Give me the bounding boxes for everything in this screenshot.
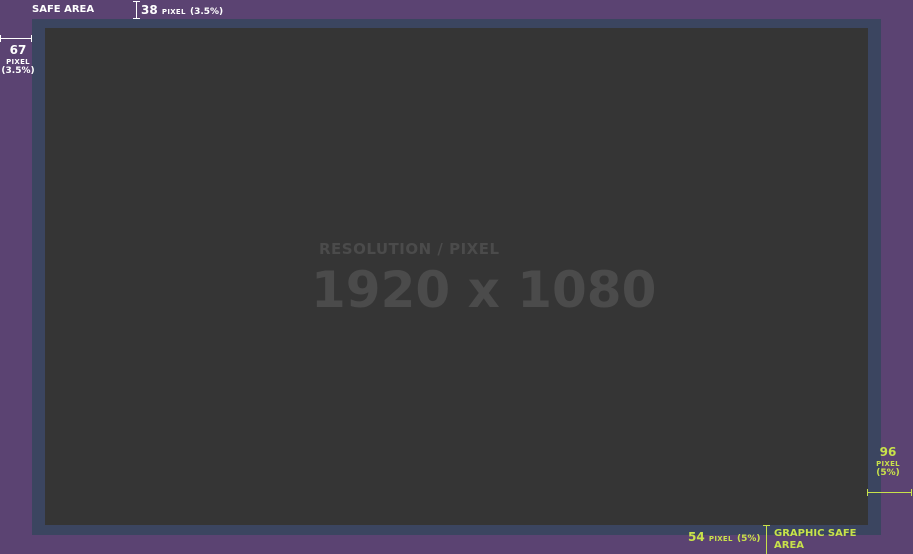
bottom-margin-unit: PIXEL xyxy=(708,535,733,543)
graphic-safe-area-label-line1: GRAPHIC SAFE xyxy=(774,528,857,539)
right-margin-label: 96 PIXEL (5%) xyxy=(870,445,906,478)
right-margin-arrow-cap-left xyxy=(867,489,868,496)
safe-area-label: SAFE AREA xyxy=(32,4,95,15)
bottom-margin-arrow xyxy=(766,525,767,554)
left-margin-label: 67 PIXEL (3.5%) xyxy=(0,43,36,76)
top-margin-arrow-cap-bottom xyxy=(133,18,140,19)
right-margin-arrow xyxy=(867,492,912,493)
top-margin-arrow-cap-top xyxy=(133,1,140,2)
left-margin-percent: (3.5%) xyxy=(1,65,35,76)
top-margin-value: 38 xyxy=(141,3,158,17)
graphic-safe-area-label: GRAPHIC SAFE AREA xyxy=(774,528,857,552)
left-margin-value: 67 xyxy=(9,43,27,57)
graphic-safe-area-label-line2: AREA xyxy=(774,540,805,551)
bottom-margin-arrow-cap-top xyxy=(763,525,770,526)
left-margin-arrow xyxy=(0,38,32,39)
right-margin-value: 96 xyxy=(879,445,897,459)
top-margin-percent: (3.5%) xyxy=(189,7,224,17)
bottom-margin-value: 54 xyxy=(688,530,705,544)
bottom-margin-percent: (5%) xyxy=(736,534,761,544)
right-margin-percent: (5%) xyxy=(876,467,900,478)
resolution-label: RESOLUTION / PIXEL xyxy=(319,240,500,258)
left-margin-arrow-cap-right xyxy=(31,35,32,42)
top-margin-unit: PIXEL xyxy=(161,8,186,16)
top-margin-label: 38 PIXEL (3.5%) xyxy=(141,3,223,17)
top-margin-arrow xyxy=(136,1,137,19)
left-margin-arrow-cap-left xyxy=(0,35,1,42)
right-margin-arrow-cap-right xyxy=(911,489,912,496)
right-margin-unit: PIXEL xyxy=(876,459,900,468)
left-margin-unit: PIXEL xyxy=(6,57,30,66)
bottom-margin-label: 54 PIXEL (5%) xyxy=(688,530,760,544)
resolution-value: 1920 x 1080 xyxy=(311,261,657,319)
